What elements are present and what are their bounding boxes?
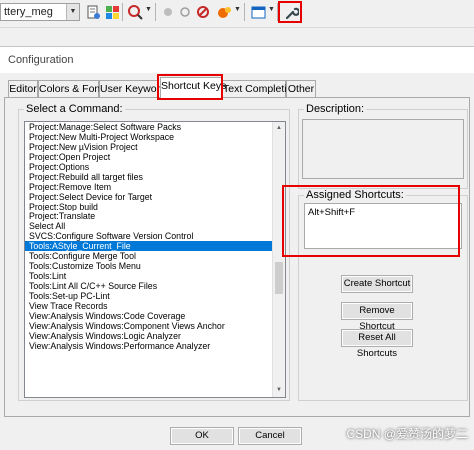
ok-button[interactable]: OK bbox=[170, 427, 234, 445]
breakpoint-dropdown-icon[interactable]: ▼ bbox=[234, 6, 241, 13]
toolbar: ttery_meg ▼ ▼ ▼ ▼ bbox=[0, 0, 474, 28]
command-item[interactable]: Project:Translate bbox=[25, 211, 277, 221]
tab-user-keywords[interactable]: User Keywords bbox=[99, 80, 171, 98]
chevron-down-icon[interactable]: ▼ bbox=[66, 4, 79, 20]
create-shortcut-button[interactable]: Create Shortcut bbox=[341, 275, 413, 293]
breakpoint-kill-icon[interactable] bbox=[195, 4, 211, 20]
breakpoint-enable-icon[interactable] bbox=[177, 4, 193, 20]
command-item[interactable]: Project:Remove Item bbox=[25, 182, 277, 192]
select-command-label: Select a Command: bbox=[24, 103, 125, 115]
target-combo-value: ttery_meg bbox=[4, 6, 53, 18]
command-list[interactable]: Project:Manage:Select Software Packs Proj… bbox=[24, 121, 286, 398]
description-label: Description: bbox=[304, 103, 367, 115]
dialog-title-bar: Configuration bbox=[0, 47, 474, 73]
command-item[interactable]: View:Analysis Windows:Performance Analyz… bbox=[25, 341, 277, 351]
window-layout-icon[interactable] bbox=[250, 4, 266, 20]
watermark: CSDN @爱赞汤的萝二 bbox=[346, 427, 468, 441]
command-item[interactable]: Project:Select Device for Target bbox=[25, 192, 277, 202]
command-item[interactable]: Select All bbox=[25, 221, 277, 231]
command-item[interactable]: Tools:Customize Tools Menu bbox=[25, 261, 277, 271]
command-item[interactable]: Project:New µVision Project bbox=[25, 142, 277, 152]
command-item[interactable]: View:Analysis Windows:Logic Analyzer bbox=[25, 331, 277, 341]
wrench-highlight bbox=[278, 1, 302, 23]
remove-shortcut-button[interactable]: Remove Shortcut bbox=[341, 302, 413, 332]
scroll-thumb[interactable] bbox=[275, 262, 283, 294]
tab-other[interactable]: Other bbox=[286, 80, 316, 98]
command-item[interactable]: Tools:Lint All C/C++ Source Files bbox=[25, 281, 277, 291]
command-item[interactable]: Tools:Configure Merge Tool bbox=[25, 251, 277, 261]
breakpoint-insert-icon[interactable] bbox=[160, 4, 176, 20]
assigned-shortcuts-highlight bbox=[282, 185, 460, 257]
scroll-down-icon[interactable]: ▼ bbox=[273, 384, 285, 397]
debug-session-icon[interactable] bbox=[127, 4, 143, 20]
command-item[interactable]: SVCS:Configure Software Version Control bbox=[25, 231, 277, 241]
configuration-dialog: Configuration Editor Colors & Fonts User… bbox=[0, 46, 474, 450]
command-item[interactable]: Project:Rebuild all target files bbox=[25, 172, 277, 182]
command-item[interactable]: Tools:Lint bbox=[25, 271, 277, 281]
command-item[interactable]: Project:Options bbox=[25, 162, 277, 172]
target-combo[interactable]: ttery_meg ▼ bbox=[0, 3, 80, 21]
manage-components-icon[interactable] bbox=[104, 4, 120, 20]
cancel-button[interactable]: Cancel bbox=[238, 427, 302, 445]
command-item-selected[interactable]: Tools:AStyle_Current_File bbox=[25, 241, 277, 252]
dialog-title: Configuration bbox=[8, 54, 74, 66]
debug-dropdown-icon[interactable]: ▼ bbox=[145, 6, 152, 13]
command-scrollbar[interactable]: ▲ ▼ bbox=[272, 122, 285, 397]
command-item[interactable]: View Trace Records bbox=[25, 301, 277, 311]
command-item[interactable]: View:Analysis Windows:Component Views An… bbox=[25, 321, 277, 331]
breakpoint-disable-icon[interactable] bbox=[216, 4, 232, 20]
tab-editor[interactable]: Editor bbox=[8, 80, 38, 98]
tab-text-completion[interactable]: Text Completion bbox=[222, 80, 298, 98]
target-options-icon[interactable] bbox=[85, 4, 101, 20]
command-item[interactable]: Tools:Set-up PC-Lint bbox=[25, 291, 277, 301]
command-item[interactable]: View:Analysis Windows:Code Coverage bbox=[25, 311, 277, 321]
command-item[interactable]: Project:Manage:Select Software Packs bbox=[25, 122, 277, 132]
window-layout-dropdown-icon[interactable]: ▼ bbox=[268, 6, 275, 13]
command-item[interactable]: Project:New Multi-Project Workspace bbox=[25, 132, 277, 142]
shortcut-tab-highlight bbox=[157, 74, 223, 100]
command-item[interactable]: Project:Stop build bbox=[25, 202, 277, 212]
tab-colors-fonts[interactable]: Colors & Fonts bbox=[38, 80, 108, 98]
scroll-up-icon[interactable]: ▲ bbox=[273, 122, 285, 135]
reset-all-shortcuts-button[interactable]: Reset All Shortcuts bbox=[341, 329, 413, 359]
tab-strip: Editor Colors & Fonts User Keywords Shor… bbox=[0, 74, 474, 100]
command-items: Project:Manage:Select Software Packs Proj… bbox=[25, 122, 277, 351]
description-box bbox=[302, 119, 464, 179]
command-item[interactable]: Project:Open Project bbox=[25, 152, 277, 162]
